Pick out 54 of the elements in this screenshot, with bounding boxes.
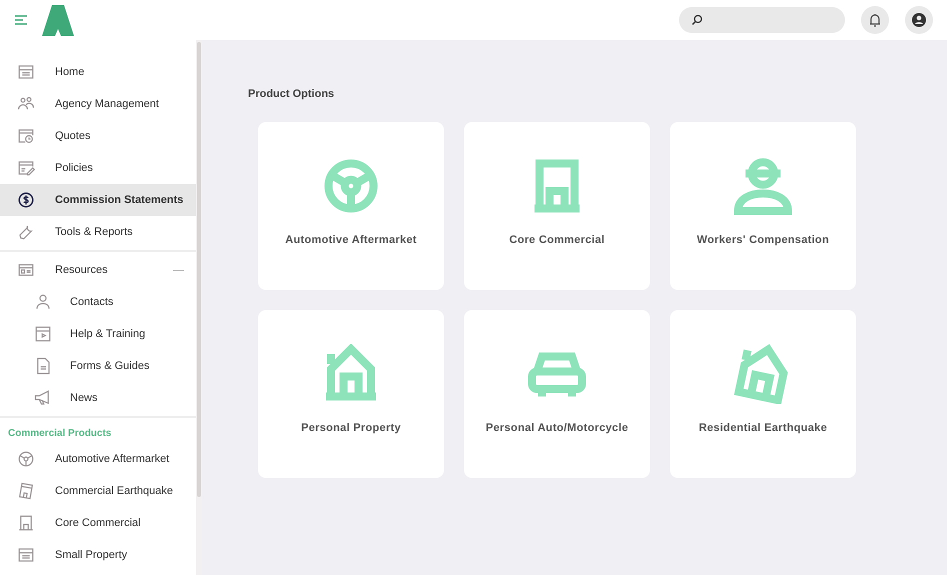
bell-icon bbox=[869, 14, 881, 26]
sidebar-item[interactable]: Contacts bbox=[0, 286, 196, 318]
card-label: Automotive Aftermarket bbox=[285, 234, 417, 246]
card-label: Workers' Compensation bbox=[696, 234, 830, 246]
section-title: Commercial Products bbox=[7, 427, 112, 441]
sidebar-item[interactable]: Help & Training bbox=[0, 318, 196, 350]
wrench-icon bbox=[17, 223, 35, 241]
sidebar-item[interactable]: Policies bbox=[0, 152, 196, 184]
steering-wheel-icon bbox=[17, 450, 35, 468]
notifications-button[interactable] bbox=[861, 6, 889, 34]
menu-icon[interactable] bbox=[14, 14, 28, 26]
person-icon bbox=[34, 293, 52, 311]
profile-button[interactable] bbox=[905, 6, 933, 34]
megaphone-icon bbox=[34, 389, 52, 407]
sidebar-item[interactable]: Forms & Guides bbox=[0, 350, 196, 382]
dollar-icon bbox=[17, 191, 35, 209]
sidebar-item[interactable]: Tools & Reports bbox=[0, 216, 196, 248]
card-label: Core Commercial bbox=[509, 234, 605, 246]
scrollbar[interactable] bbox=[197, 42, 201, 497]
card-label: Residential Earthquake bbox=[698, 422, 828, 434]
worker-icon bbox=[733, 156, 793, 216]
card-label: Personal Property bbox=[301, 422, 401, 434]
video-icon bbox=[34, 325, 52, 343]
clock-icon bbox=[17, 127, 35, 145]
calendar-icon bbox=[17, 546, 35, 564]
sidebar-item[interactable]: Commission Statements bbox=[0, 184, 196, 216]
building-icon bbox=[17, 514, 35, 532]
sidebar-item[interactable]: Core Commercial bbox=[0, 507, 196, 539]
card-label: Personal Auto/Motorcycle bbox=[486, 422, 628, 434]
product-card[interactable]: Residential Earthquake bbox=[670, 310, 856, 478]
calendar-icon bbox=[17, 63, 35, 81]
document-icon bbox=[34, 357, 52, 375]
product-card[interactable]: Personal Property bbox=[258, 310, 444, 478]
id-card-icon bbox=[17, 261, 35, 279]
sidebar-item[interactable]: Small Property bbox=[0, 539, 196, 571]
search-icon bbox=[691, 14, 703, 26]
sidebar-item[interactable]: Agency Management bbox=[0, 88, 196, 120]
page-title: Product Options bbox=[248, 88, 336, 100]
product-card[interactable]: Core Commercial bbox=[464, 122, 650, 290]
product-card[interactable]: Automotive Aftermarket bbox=[258, 122, 444, 290]
tilted-building-icon bbox=[17, 482, 35, 500]
sidebar-item[interactable]: News bbox=[0, 382, 196, 414]
sidebar-item[interactable]: Home bbox=[0, 56, 196, 88]
item-label: Resources bbox=[55, 264, 108, 276]
user-icon bbox=[912, 13, 926, 27]
sidebar-item[interactable]: Automotive Aftermarket bbox=[0, 443, 196, 475]
search-field[interactable] bbox=[679, 7, 845, 33]
product-card[interactable]: Workers' Compensation bbox=[670, 122, 856, 290]
sidebar-item[interactable]: Quotes bbox=[0, 120, 196, 152]
product-card[interactable]: Personal Auto/Motorcycle bbox=[464, 310, 650, 478]
edit-icon bbox=[17, 159, 35, 177]
logo-icon bbox=[42, 4, 74, 36]
sidebar-item[interactable]: Commercial Earthquake bbox=[0, 475, 196, 507]
sidebar-item[interactable]: Resources bbox=[0, 254, 196, 286]
